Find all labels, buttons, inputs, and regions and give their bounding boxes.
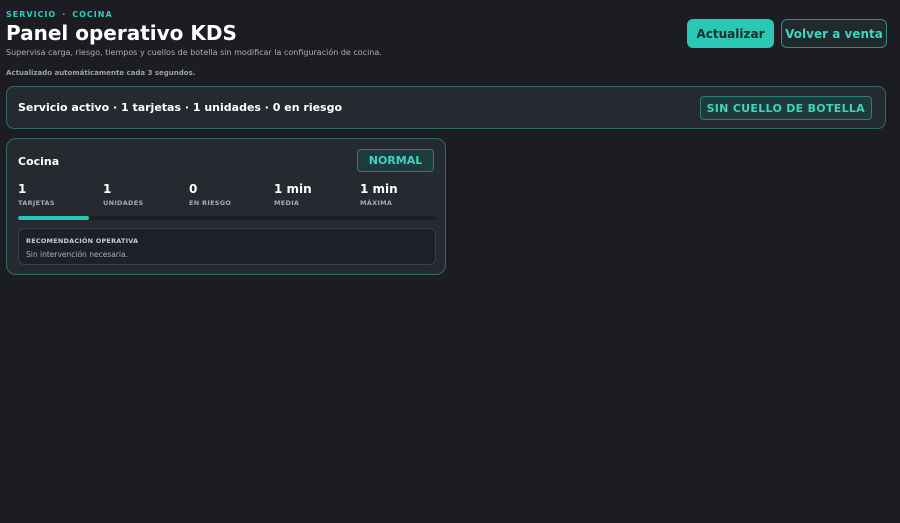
metric-en-riesgo: 0 EN RIESGO: [189, 182, 231, 207]
station-metrics: 1 TARJETAS 1 UNIDADES 0 EN RIESGO 1 min …: [18, 182, 438, 212]
back-to-sales-button[interactable]: Volver a venta: [781, 19, 887, 48]
metric-label: UNIDADES: [103, 199, 144, 207]
breadcrumb-section[interactable]: SERVICIO: [6, 10, 56, 19]
page-subtitle: Supervisa carga, riesgo, tiempos y cuell…: [6, 48, 382, 57]
service-summary-bar: Servicio activo · 1 tarjetas · 1 unidade…: [6, 86, 886, 129]
metric-value: 1 min: [274, 182, 312, 196]
metric-value: 1: [103, 182, 112, 196]
metric-value: 1: [18, 182, 27, 196]
metric-maxima: 1 min MÁXIMA: [360, 182, 398, 207]
metric-label: EN RIESGO: [189, 199, 232, 207]
station-status-badge: NORMAL: [357, 149, 434, 172]
kds-page: SERVICIO · COCINA Panel operativo KDS Supe…: [0, 0, 900, 523]
operational-recommendation: RECOMENDACIÓN OPERATIVA Sin intervención…: [18, 228, 436, 265]
station-load-bar: [18, 216, 436, 220]
breadcrumb: SERVICIO · COCINA: [6, 10, 113, 19]
metric-value: 1 min: [360, 182, 398, 196]
refresh-button[interactable]: Actualizar: [687, 19, 774, 48]
metric-unidades: 1 UNIDADES: [103, 182, 143, 207]
station-card-cocina: Cocina NORMAL 1 TARJETAS 1 UNIDADES 0 EN…: [6, 138, 446, 275]
breadcrumb-separator: ·: [62, 10, 67, 19]
metric-tarjetas: 1 TARJETAS: [18, 182, 55, 207]
metric-value: 0: [189, 182, 198, 196]
metric-label: MÁXIMA: [360, 199, 393, 207]
page-title: Panel operativo KDS: [6, 21, 237, 45]
breadcrumb-area[interactable]: COCINA: [72, 10, 112, 19]
metric-label: TARJETAS: [18, 199, 55, 207]
recommendation-text: Sin intervención necesaria.: [26, 250, 128, 259]
station-load-fill: [18, 216, 90, 220]
auto-update-note: Actualizado automáticamente cada 3 segun…: [6, 69, 196, 77]
metric-media: 1 min MEDIA: [274, 182, 312, 207]
bottleneck-status-badge: SIN CUELLO DE BOTELLA: [699, 96, 872, 120]
page-header: SERVICIO · COCINA Panel operativo KDS Supe…: [6, 0, 894, 82]
service-summary-text: Servicio activo · 1 tarjetas · 1 unidade…: [18, 101, 343, 114]
recommendation-title: RECOMENDACIÓN OPERATIVA: [26, 237, 139, 245]
metric-label: MEDIA: [274, 199, 300, 207]
station-name: Cocina: [18, 155, 60, 168]
